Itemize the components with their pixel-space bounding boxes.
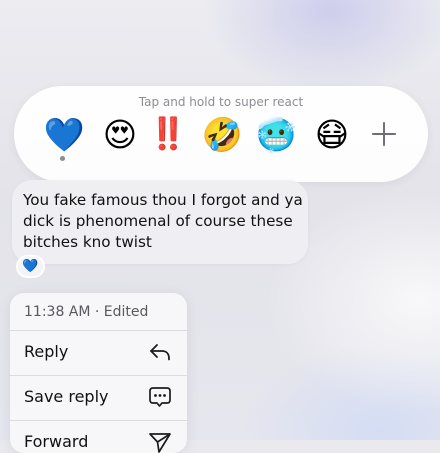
message-timestamp: 11:38 AM · Edited (24, 304, 149, 320)
menu-item-label: Reply (24, 342, 69, 361)
reaction-cold-face[interactable]: 🥶 (255, 114, 296, 154)
message-text: You fake famous thou I forgot and ya dic… (23, 191, 303, 251)
menu-divider (10, 420, 187, 421)
chat-bubble-dots-icon (149, 387, 171, 407)
reaction-blue-heart[interactable]: 💙 (43, 114, 84, 154)
menu-item-forward[interactable]: Forward (10, 420, 187, 453)
menu-divider (10, 375, 187, 376)
selected-reaction-indicator (60, 156, 65, 161)
context-menu: 11:38 AM · Edited Reply Save reply Forwa… (10, 293, 187, 453)
reaction-bar: Tap and hold to super react 💙 😍 ‼️ 🤣 🥶 😷 (14, 86, 428, 182)
send-icon (149, 433, 171, 453)
reply-arrow-icon (150, 344, 170, 361)
reaction-hint: Tap and hold to super react (138, 95, 304, 109)
menu-item-label: Forward (24, 432, 89, 451)
menu-item-label: Save reply (24, 387, 109, 406)
message-bubble[interactable]: You fake famous thou I forgot and ya dic… (12, 180, 308, 264)
menu-item-reply[interactable]: Reply (10, 330, 187, 374)
message-reaction-badge[interactable]: 💙 (16, 255, 45, 278)
reaction-double-exclamation[interactable]: ‼️ (148, 114, 188, 154)
plus-icon[interactable] (372, 122, 396, 146)
reaction-rolling-laughing[interactable]: 🤣 (201, 114, 242, 154)
reaction-heart-eyes[interactable]: 😍 (100, 114, 140, 154)
menu-divider (10, 330, 187, 331)
reaction-face-with-mask[interactable]: 😷 (312, 114, 352, 154)
menu-item-save-reply[interactable]: Save reply (10, 375, 187, 419)
